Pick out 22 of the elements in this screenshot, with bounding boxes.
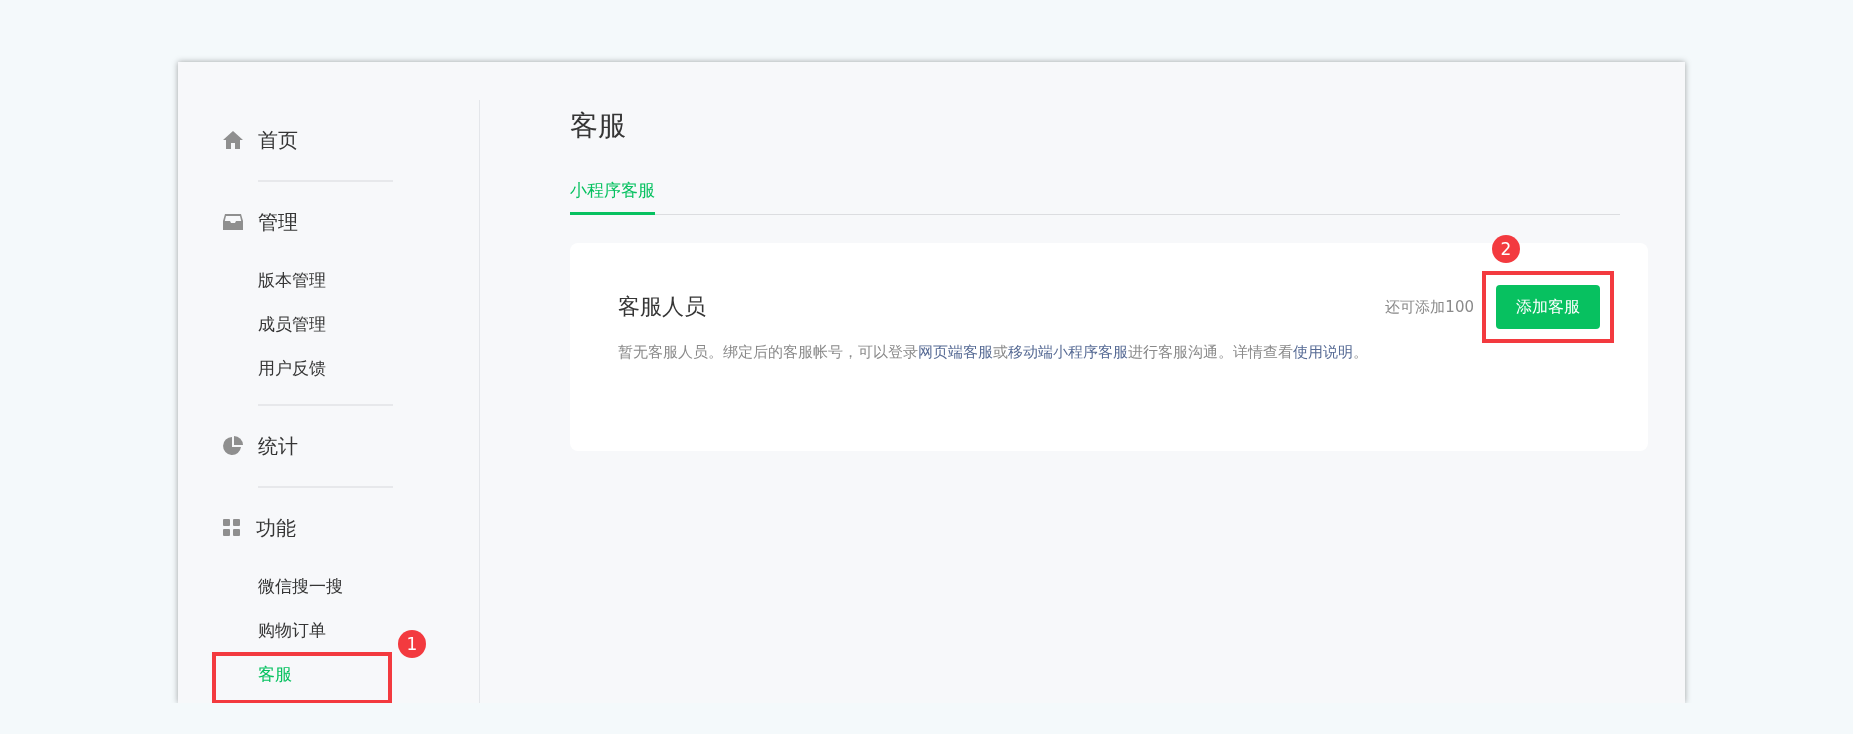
link[interactable]: 网页端客服 xyxy=(918,343,993,361)
card-title: 客服人员 xyxy=(618,293,706,321)
page-title: 客服 xyxy=(570,108,627,144)
grid-icon xyxy=(222,518,242,538)
step-badge: 1 xyxy=(398,630,426,658)
home-icon xyxy=(222,130,244,150)
link[interactable]: 使用说明 xyxy=(1293,343,1353,361)
link[interactable]: 移动端小程序客服 xyxy=(1008,343,1128,361)
nav-item[interactable]: 用户反馈 xyxy=(258,346,326,390)
nav-section-label[interactable]: 功能 xyxy=(256,514,296,542)
description-text: 暂无客服人员。绑定后的客服帐号，可以登录网页端客服或移动端小程序客服进行客服沟通。详情查看使用说明。 xyxy=(618,343,1369,362)
nav-item[interactable]: 成员管理 xyxy=(258,302,326,346)
nav-item[interactable]: 版本管理 xyxy=(258,258,326,302)
quota-text: 还可添加100 xyxy=(1385,297,1474,317)
nav-section-label[interactable]: 首页 xyxy=(258,126,298,154)
nav-item[interactable]: 微信搜一搜 xyxy=(258,564,343,608)
nav-section-label[interactable]: 管理 xyxy=(258,208,298,236)
tray-icon xyxy=(222,212,244,232)
step-badge: 2 xyxy=(1492,235,1520,263)
pie-chart-icon xyxy=(222,435,244,457)
nav-section-label[interactable]: 统计 xyxy=(258,432,298,460)
nav-item[interactable]: 购物订单 xyxy=(258,608,326,652)
